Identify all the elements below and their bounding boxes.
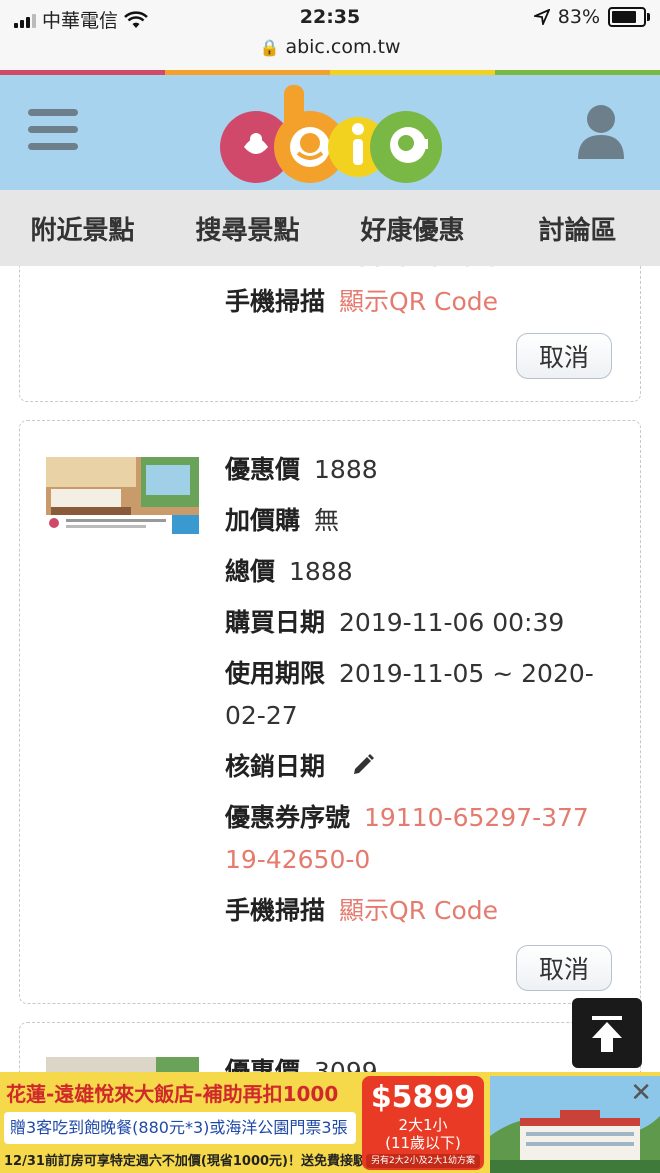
- scan-label: 手機掃描: [225, 287, 326, 316]
- ad-price-sub2: (11歲以下): [385, 1134, 461, 1152]
- back-to-top-button[interactable]: [572, 998, 642, 1068]
- ad-price-box: $5899 2大1小 (11歲以下) 另有2大2小及2大1幼方案: [362, 1076, 484, 1170]
- status-bar: 中華電信 22:35 83% 🔒 abic.com.tw: [0, 0, 660, 70]
- show-qr-link[interactable]: 顯示QR Code: [339, 896, 498, 925]
- scan-row: 手機掃描 顯示QR Code: [225, 281, 498, 323]
- main-nav: 附近景點 搜尋景點 好康優惠 討論區: [0, 190, 660, 266]
- serial-value: 19110-65297-377: [364, 803, 589, 832]
- battery-icon: [608, 7, 650, 27]
- addon-label: 加價購: [225, 506, 301, 535]
- price-row: 優惠價 1888: [225, 449, 378, 491]
- purchase-date-row: 購買日期 2019-11-06 00:39: [225, 602, 564, 644]
- price-value: 3099: [314, 1057, 378, 1072]
- coupon-list: 39-32340-0 手機掃描顯示QR Code 取消 優惠價1888 加價購無: [0, 266, 660, 1072]
- coupon-card: 優惠價 3099: [19, 1022, 641, 1072]
- site-header: [0, 75, 660, 190]
- serial-value-cont: 19-42650-0: [225, 845, 371, 874]
- validity-value: 2019-11-05 ~ 2020-: [339, 659, 594, 688]
- cancel-button[interactable]: 取消: [516, 945, 612, 991]
- arrow-up-icon: [592, 1016, 622, 1052]
- ad-footnote: 12/31前訂房可享特定週六不加價(現省1000元)！送免費接駁！: [4, 1154, 379, 1169]
- purchase-date-value: 2019-11-06 00:39: [339, 608, 565, 637]
- serial-label: 優惠券序號: [225, 803, 351, 832]
- hotel-thumbnail[interactable]: [46, 457, 199, 534]
- scan-row: 手機掃描 顯示QR Code: [225, 890, 498, 932]
- ad-close-button[interactable]: ✕: [630, 1078, 652, 1108]
- hamburger-menu-icon[interactable]: [28, 109, 78, 151]
- ad-price-note: 另有2大2小及2大1幼方案: [366, 1154, 480, 1168]
- abic-logo[interactable]: [218, 81, 442, 187]
- location-arrow-icon: [533, 9, 550, 25]
- price-label: 優惠價: [225, 455, 301, 484]
- addon-row: 加價購無: [225, 500, 339, 542]
- purchase-date-label: 購買日期: [225, 608, 326, 637]
- cancel-button[interactable]: 取消: [516, 333, 612, 379]
- validity-label: 使用期限: [225, 659, 326, 688]
- serial-row: 優惠券序號 19110-65297-377: [225, 797, 589, 839]
- status-right: 83%: [533, 6, 650, 28]
- redeem-date-row: 核銷日期: [225, 746, 375, 788]
- scan-label: 手機掃描: [225, 896, 326, 925]
- validity-value-cont: 02-27: [225, 701, 298, 730]
- hotel-thumbnail[interactable]: [46, 1057, 199, 1072]
- nav-search[interactable]: 搜尋景點: [165, 190, 330, 266]
- coupon-card: 39-32340-0 手機掃描顯示QR Code 取消: [19, 266, 641, 402]
- ad-banner[interactable]: 花蓮-遠雄悅來大飯店-補助再扣1000 贈3客吃到飽晚餐(880元*3)或海洋公…: [0, 1072, 660, 1173]
- ad-price: $5899: [370, 1080, 476, 1115]
- serial-row-partial: 39-32340-0: [225, 266, 500, 279]
- address-bar[interactable]: 🔒 abic.com.tw: [0, 36, 660, 58]
- battery-percent: 83%: [557, 6, 600, 28]
- total-value: 1888: [289, 557, 353, 586]
- pencil-icon[interactable]: [351, 753, 375, 777]
- ad-subtitle: 贈3客吃到飽晚餐(880元*3)或海洋公園門票3張: [4, 1112, 356, 1144]
- url-text: abic.com.tw: [285, 36, 401, 58]
- total-label: 總價: [225, 557, 276, 586]
- ad-price-sub1: 2大1小: [398, 1116, 448, 1134]
- show-qr-link[interactable]: 顯示QR Code: [339, 287, 498, 316]
- validity-row: 使用期限 2019-11-05 ~ 2020-: [225, 653, 615, 695]
- nav-deals[interactable]: 好康優惠: [330, 190, 495, 266]
- price-value: 1888: [314, 455, 378, 484]
- redeem-date-label: 核銷日期: [225, 752, 326, 781]
- price-label: 優惠價: [225, 1057, 301, 1072]
- serial-row-cont: 19-42650-0: [225, 839, 370, 881]
- nav-forum[interactable]: 討論區: [495, 190, 660, 266]
- nav-nearby[interactable]: 附近景點: [0, 190, 165, 266]
- validity-row-cont: 02-27: [225, 695, 298, 737]
- addon-value: 無: [314, 506, 340, 535]
- coupon-card: 優惠價 1888 加價購無 總價 1888 購買日期 2019-11-06 00:39…: [19, 420, 641, 1004]
- serial-value: 39-32340-0: [355, 266, 500, 272]
- ad-title: 花蓮-遠雄悅來大飯店-補助再扣1000: [6, 1082, 339, 1106]
- lock-icon: 🔒: [259, 38, 280, 57]
- price-row: 優惠價 3099: [225, 1051, 378, 1072]
- user-icon[interactable]: [576, 103, 626, 159]
- total-row: 總價 1888: [225, 551, 353, 593]
